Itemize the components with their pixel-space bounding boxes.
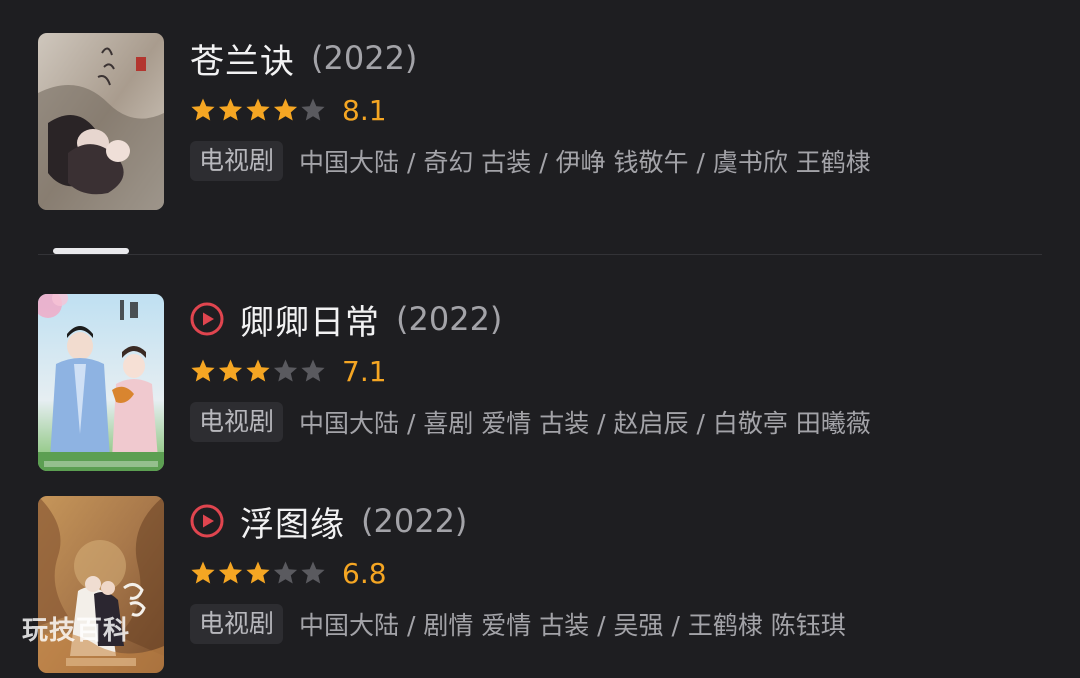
- rating-row: 8.1: [190, 91, 387, 129]
- drama-title[interactable]: 卿卿日常: [240, 295, 380, 344]
- release-year: (2022): [361, 502, 468, 540]
- release-year: (2022): [396, 300, 503, 338]
- search-results-screen: 苍兰诀 (2022) 8.1 电视剧 中国大陆 / 奇幻 古装 / 伊峥 钱敬午…: [0, 0, 1080, 678]
- star-rating: [190, 560, 326, 586]
- result-item-fu-tu-yuan[interactable]: 浮图缘 (2022) 6.8 电视剧 中国大陆 / 剧情 爱情 古装 / 吴强 …: [38, 496, 1042, 674]
- play-icon[interactable]: [190, 302, 224, 336]
- star-empty-icon: [301, 561, 325, 584]
- rating-score: 6.8: [342, 556, 387, 590]
- star-filled-icon: [191, 98, 215, 121]
- watermark: 玩技百科: [22, 616, 131, 646]
- type-tag: 电视剧: [190, 604, 284, 644]
- section-divider: [38, 254, 1042, 255]
- star-filled-icon: [273, 98, 298, 121]
- star-filled-icon: [218, 98, 243, 121]
- star-filled-icon: [246, 98, 270, 121]
- rating-score: 8.1: [342, 93, 387, 127]
- type-tag: 电视剧: [190, 402, 284, 442]
- meta-row: 电视剧 中国大陆 / 剧情 爱情 古装 / 吴强 / 王鹤棣 陈钰琪: [190, 604, 846, 644]
- result-item-cang-lan-jue[interactable]: 苍兰诀 (2022) 8.1 电视剧 中国大陆 / 奇幻 古装 / 伊峥 钱敬午…: [38, 33, 1042, 211]
- meta-row: 电视剧 中国大陆 / 奇幻 古装 / 伊峥 钱敬午 / 虞书欣 王鹤棣: [190, 141, 871, 181]
- meta-info: 中国大陆 / 喜剧 爱情 古装 / 赵启辰 / 白敬亭 田曦薇: [299, 409, 871, 438]
- star-rating: [190, 97, 326, 123]
- title-row: 卿卿日常 (2022): [190, 295, 503, 344]
- type-tag: 电视剧: [190, 141, 284, 181]
- star-half-icon: [273, 359, 298, 382]
- title-row: 浮图缘 (2022): [190, 497, 468, 546]
- meta-info: 中国大陆 / 剧情 爱情 古装 / 吴强 / 王鹤棣 陈钰琪: [299, 611, 846, 640]
- rating-row: 7.1: [190, 352, 387, 390]
- poster-image[interactable]: [38, 33, 164, 210]
- drama-title[interactable]: 浮图缘: [240, 497, 345, 546]
- play-icon[interactable]: [190, 504, 224, 538]
- page-indicator: [53, 248, 129, 254]
- drama-title[interactable]: 苍兰诀: [190, 34, 295, 83]
- meta-info: 中国大陆 / 奇幻 古装 / 伊峥 钱敬午 / 虞书欣 王鹤棣: [299, 148, 871, 177]
- star-filled-icon: [246, 561, 270, 584]
- star-rating: [190, 358, 326, 384]
- meta-row: 电视剧 中国大陆 / 喜剧 爱情 古装 / 赵启辰 / 白敬亭 田曦薇: [190, 402, 871, 442]
- star-filled-icon: [191, 359, 215, 382]
- title-row: 苍兰诀 (2022): [190, 34, 418, 83]
- star-empty-icon: [301, 98, 325, 121]
- star-filled-icon: [191, 561, 215, 584]
- poster-image[interactable]: [38, 294, 164, 471]
- star-empty-icon: [301, 359, 325, 382]
- star-filled-icon: [218, 359, 243, 382]
- rating-row: 6.8: [190, 554, 387, 592]
- rating-score: 7.1: [342, 354, 387, 388]
- star-half-icon: [273, 561, 298, 584]
- release-year: (2022): [311, 39, 418, 77]
- star-filled-icon: [218, 561, 243, 584]
- star-filled-icon: [246, 359, 270, 382]
- result-item-qing-qing-ri-chang[interactable]: 卿卿日常 (2022) 7.1 电视剧 中国大陆 / 喜剧 爱情 古装 / 赵启…: [38, 294, 1042, 472]
